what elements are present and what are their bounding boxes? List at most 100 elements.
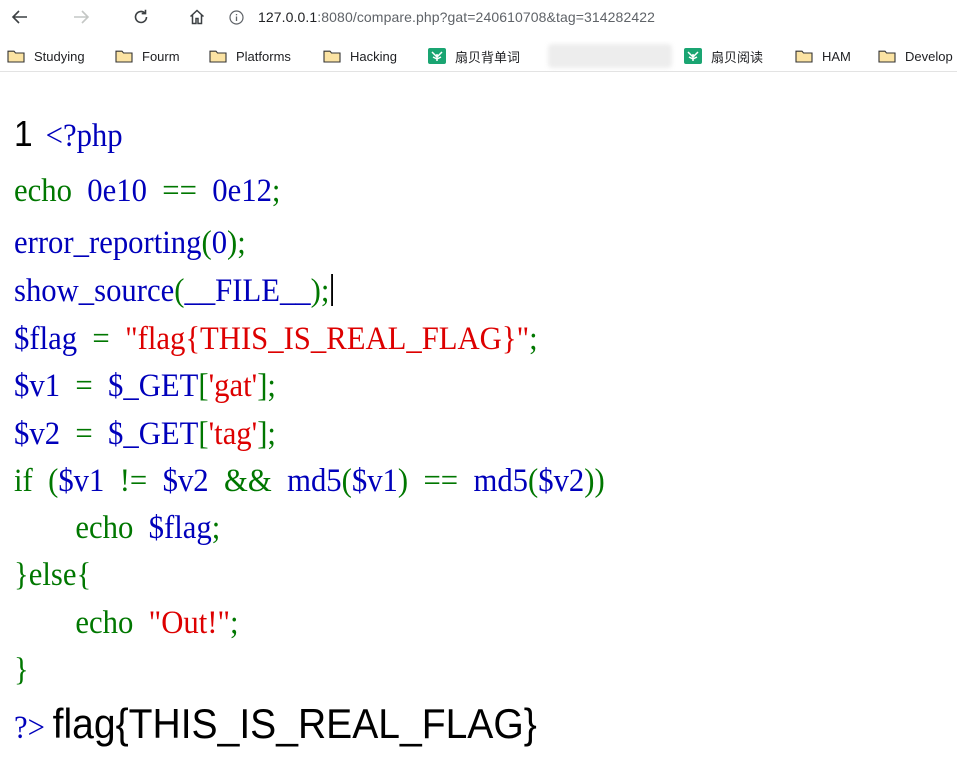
code-token: ; xyxy=(229,605,239,641)
source-line-4: show_source(__FILE__); xyxy=(14,267,334,315)
code-token: $flag xyxy=(14,321,93,357)
bookmark-label: HAM xyxy=(822,48,851,64)
redacted-bookmark[interactable] xyxy=(548,44,672,68)
address-bar[interactable]: 127.0.0.1:8080/compare.php?gat=240610708… xyxy=(228,4,655,30)
folder-icon xyxy=(323,49,341,63)
text-cursor xyxy=(331,274,334,306)
bookmark-fourm[interactable]: Fourm xyxy=(115,41,180,71)
code-line: show_source(__FILE__); xyxy=(14,273,329,309)
code-token: [ xyxy=(198,416,209,452)
code-token: "flag{THIS_IS_REAL_FLAG}" xyxy=(125,321,530,357)
folder-icon xyxy=(7,49,25,63)
code-token: = xyxy=(75,416,109,452)
shanbay-icon xyxy=(428,48,446,64)
source-line-11: echo "Out!"; xyxy=(14,599,239,647)
code-token: ( xyxy=(201,225,212,261)
code-token: show_source xyxy=(14,273,175,309)
folder-icon xyxy=(878,49,896,63)
code-token: echo xyxy=(14,173,88,209)
code-token: ( xyxy=(174,273,185,309)
code-token: ) xyxy=(397,463,424,499)
code-token: md5 xyxy=(473,463,529,499)
code-token: 0e12 xyxy=(212,173,272,209)
bookmark-label: Studying xyxy=(34,48,85,64)
code-line: $v1 = $_GET['gat']; xyxy=(14,368,276,404)
reload-icon[interactable] xyxy=(130,6,152,28)
code-token: ; xyxy=(211,510,221,546)
bookmark-ham[interactable]: HAM xyxy=(795,41,851,71)
code-token: $flag xyxy=(148,510,212,546)
code-token: ]; xyxy=(257,416,276,452)
code-token: 0e10 xyxy=(87,173,163,209)
code-token: 'gat' xyxy=(208,368,258,404)
browser-toolbar: 127.0.0.1:8080/compare.php?gat=240610708… xyxy=(0,0,957,34)
code-token: [ xyxy=(198,368,209,404)
source-line-9: echo $flag; xyxy=(14,504,220,552)
code-token: ]; xyxy=(257,368,276,404)
code-token: md5 xyxy=(287,463,342,499)
code-token: != xyxy=(119,463,163,499)
code-line: echo 0e10 == 0e12; xyxy=(14,173,280,209)
source-line-5: $flag = "flag{THIS_IS_REAL_FLAG}"; xyxy=(14,315,538,363)
url-path: :8080/compare.php?gat=240610708&tag=3142… xyxy=(317,9,655,25)
code-token: = xyxy=(92,321,126,357)
bookmarks-bar: Studying Fourm Platforms Hacking 扇贝背单词 扇… xyxy=(0,41,957,72)
code-token: ; xyxy=(529,321,538,357)
bookmark-platforms[interactable]: Platforms xyxy=(209,41,291,71)
code-token: $v1 xyxy=(351,463,398,499)
code-token: }else{ xyxy=(14,557,92,593)
line-number: 1 xyxy=(14,113,33,154)
url-host: 127.0.0.1 xyxy=(258,9,318,25)
code-token: )) xyxy=(584,463,605,499)
source-line-8: if ($v1 != $v2 && md5($v1) == md5($v2)) xyxy=(14,457,605,505)
code-token: echo xyxy=(14,605,149,641)
code-token: $v2 xyxy=(538,463,585,499)
bookmark-label: Fourm xyxy=(142,48,180,64)
back-arrow-icon[interactable] xyxy=(9,6,31,28)
folder-icon xyxy=(209,49,227,63)
code-line: $v2 = $_GET['tag']; xyxy=(14,416,276,452)
source-line-2: echo 0e10 == 0e12; xyxy=(14,167,280,215)
output-line: ?> flag{THIS_IS_REAL_FLAG} xyxy=(14,700,537,752)
code-token: echo xyxy=(14,510,149,546)
code-token: && xyxy=(223,463,288,499)
code-line: error_reporting(0); xyxy=(14,225,246,261)
code-line: <?php xyxy=(46,118,123,154)
info-icon[interactable] xyxy=(228,9,244,25)
bookmark-hacking[interactable]: Hacking xyxy=(323,41,397,71)
source-line-12: } xyxy=(14,646,29,694)
code-token: == xyxy=(162,173,213,209)
bookmark-shanbay-reading[interactable]: 扇贝阅读 xyxy=(684,41,763,71)
url-text[interactable]: 127.0.0.1:8080/compare.php?gat=240610708… xyxy=(258,9,655,25)
code-token: ); xyxy=(310,273,330,309)
bookmark-label: 扇贝背单词 xyxy=(455,49,521,65)
code-token: "Out!" xyxy=(148,605,230,641)
source-line-3: error_reporting(0); xyxy=(14,219,246,267)
code-token: $v1 xyxy=(14,368,76,404)
bookmark-shanbay-words[interactable]: 扇贝背单词 xyxy=(428,41,520,71)
code-line: }else{ xyxy=(14,557,91,593)
source-line-1: 1 <?php xyxy=(14,110,123,160)
code-token: 'tag' xyxy=(208,416,258,452)
folder-icon xyxy=(795,49,813,63)
code-token: ( xyxy=(48,463,59,499)
code-token: $_GET xyxy=(108,368,199,404)
bookmark-studying[interactable]: Studying xyxy=(7,41,85,71)
php-closing-tag: ?> xyxy=(14,710,45,746)
source-line-7: $v2 = $_GET['tag']; xyxy=(14,410,276,458)
forward-arrow-icon[interactable] xyxy=(70,6,92,28)
code-token: <?php xyxy=(45,118,123,154)
code-line: if ($v1 != $v2 && md5($v1) == md5($v2)) xyxy=(14,463,605,499)
code-line: echo $flag; xyxy=(14,510,220,546)
bookmark-label: 扇贝阅读 xyxy=(711,49,764,65)
code-token: error_reporting xyxy=(14,225,202,261)
home-icon[interactable] xyxy=(186,6,208,28)
flag-output: flag{THIS_IS_REAL_FLAG} xyxy=(52,700,537,747)
code-token: 0 xyxy=(211,225,228,261)
code-token: ( xyxy=(528,463,539,499)
code-token: $v1 xyxy=(58,463,120,499)
code-token: $v2 xyxy=(14,416,76,452)
code-token: ; xyxy=(271,173,281,209)
bookmark-develop[interactable]: Develop xyxy=(878,41,953,71)
bookmark-label: Hacking xyxy=(350,48,397,64)
